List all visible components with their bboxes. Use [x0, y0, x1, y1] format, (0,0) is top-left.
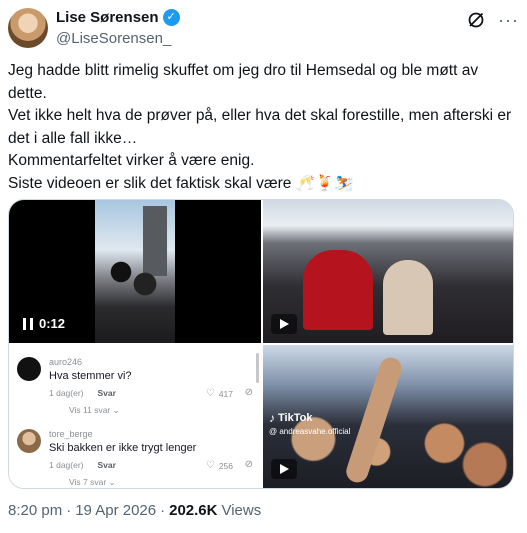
video-time: 0:12 [39, 316, 66, 331]
like-count: 256 [218, 460, 233, 471]
comment-likes: ♡ 417 [206, 388, 233, 399]
pause-icon[interactable] [23, 317, 33, 330]
tweet-footer: 8:20 pm · 19 Apr 2026 · 202.6K Views [8, 502, 261, 519]
views-label: Views [221, 502, 262, 519]
like-count: 417 [218, 388, 233, 399]
comment-likes: ♡ 256 [206, 460, 233, 471]
tiktok-handle: @ andreasvahe.official [269, 427, 351, 436]
comments-screenshot[interactable]: auro246 Hva stemmer vi? 1 dag(er) Svar ♡… [9, 345, 261, 488]
media-grid: 0:12 auro246 Hva stemmer vi? 1 dag(er) S… [8, 199, 514, 489]
tiktok-icon: ♪ [269, 411, 275, 425]
separator: · [160, 502, 166, 519]
comment-meta: 1 dag(er) Svar [49, 388, 116, 398]
separator: · [66, 502, 72, 519]
comment-avatar [17, 357, 41, 381]
video-tile-4[interactable]: ♪ TikTok @ andreasvahe.official [263, 345, 513, 488]
video-tile-1[interactable]: 0:12 [9, 200, 261, 343]
views-count: 202.6K [169, 502, 218, 519]
person-beige-jacket [383, 260, 433, 335]
avatar[interactable] [8, 8, 48, 48]
scrollbar [256, 353, 259, 383]
verified-badge-icon[interactable]: ✓ [162, 9, 180, 26]
view-replies: Vis 11 svar ⌄ [69, 405, 120, 415]
comment-time: 1 dag(er) [49, 460, 84, 470]
view-replies: Vis 7 svar ⌄ [69, 477, 116, 487]
comment-user: tore_berge [49, 429, 93, 439]
name-row: Lise Sørensen ✓ [56, 9, 180, 26]
video-tile-2[interactable] [263, 200, 513, 343]
comment-avatar [17, 429, 41, 453]
comment-reply: Svar [97, 388, 116, 398]
comment-reply: Svar [97, 460, 116, 470]
tweet-line-4: Siste videoen er slik det faktisk skal v… [8, 174, 354, 192]
tweet-text: Jeg hadde blitt rimelig skuffet om jeg d… [8, 60, 518, 195]
tweet-line-3: Kommentarfeltet virker å være enig. [8, 152, 255, 169]
tweet-line-1: Jeg hadde blitt rimelig skuffet om jeg d… [8, 62, 483, 102]
heart-icon: ♡ [205, 388, 215, 399]
comment-user: auro246 [49, 357, 83, 367]
dislike-icon: ⊘ [244, 387, 253, 398]
more-options-icon[interactable]: ··· [498, 10, 519, 30]
header-actions: ··· [466, 10, 519, 30]
dislike-icon: ⊘ [244, 459, 253, 470]
comment-text: Ski bakken er ikke trygt lenger [49, 442, 197, 454]
play-icon[interactable] [271, 459, 297, 479]
comment-meta: 1 dag(er) Svar [49, 460, 116, 470]
handle[interactable]: @LiseSorensen_ [56, 30, 171, 47]
play-icon[interactable] [271, 314, 297, 334]
post-date[interactable]: 19 Apr 2026 [75, 502, 156, 519]
person-red-jacket [303, 250, 373, 330]
comment-time: 1 dag(er) [49, 388, 84, 398]
post-time[interactable]: 8:20 pm [8, 502, 62, 519]
comment-text: Hva stemmer vi? [49, 370, 132, 382]
tweet: Lise Sørensen ✓ @LiseSorensen_ ··· Jeg h… [0, 0, 527, 533]
display-name[interactable]: Lise Sørensen [56, 9, 159, 26]
grok-icon[interactable] [466, 10, 486, 30]
tweet-header: Lise Sørensen ✓ @LiseSorensen_ ··· [8, 6, 519, 48]
video-controls: 0:12 [23, 316, 65, 331]
video-frame [95, 200, 175, 343]
heart-icon: ♡ [205, 460, 215, 471]
tiktok-brand: TikTok [278, 412, 313, 424]
tiktok-watermark: ♪ TikTok [269, 411, 312, 425]
tweet-line-2: Vet ikke helt hva de prøver på, eller hv… [8, 107, 516, 147]
